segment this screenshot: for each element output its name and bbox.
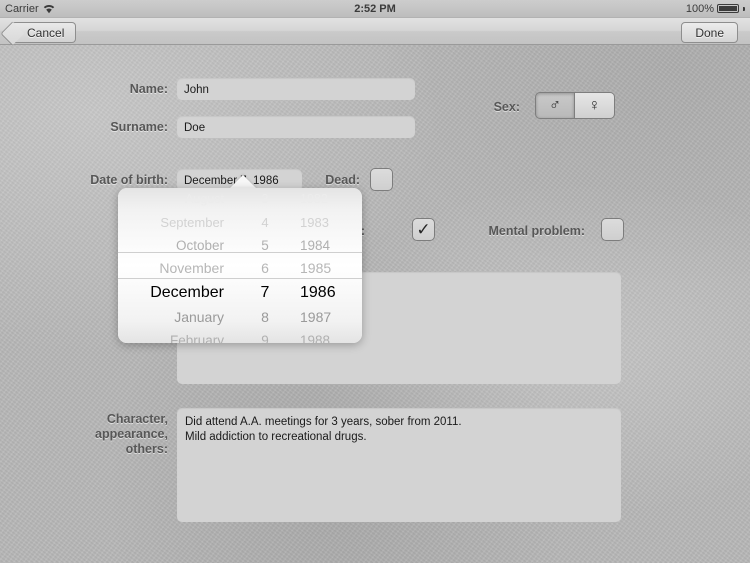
year-row[interactable]: 1982 (292, 188, 362, 211)
year-row[interactable]: 1983 (292, 211, 362, 234)
sex-option-female[interactable]: ♀ (575, 92, 615, 119)
addiction-checkbox-mark: ✓ (416, 220, 431, 239)
surname-label: Surname: (110, 120, 168, 134)
date-picker-popover[interactable]: August September October November Decemb… (118, 188, 362, 343)
year-row[interactable]: 1985 (292, 257, 362, 280)
name-input[interactable]: John (177, 78, 415, 100)
day-row[interactable]: 9 (238, 329, 292, 343)
sex-option-male[interactable]: ♂ (535, 92, 575, 119)
day-row[interactable]: 5 (238, 234, 292, 257)
character-label: Character, appearance, others: (95, 412, 168, 456)
month-row[interactable]: October (118, 234, 238, 257)
battery-full-icon (717, 4, 739, 13)
female-symbol-icon: ♀ (588, 96, 601, 114)
wifi-icon (43, 4, 55, 14)
done-button[interactable]: Done (681, 22, 738, 43)
status-bar-left: Carrier (5, 3, 55, 15)
month-row[interactable]: February (118, 329, 238, 343)
addiction-checkbox[interactable]: ✓ (412, 218, 435, 241)
app-screen: Carrier 2:52 PM 100% Cancel Done Name: J… (0, 0, 750, 563)
day-row[interactable]: 3 (238, 188, 292, 211)
dead-checkbox[interactable] (370, 168, 393, 191)
battery-tip-icon (743, 6, 745, 11)
month-wheel[interactable]: August September October November Decemb… (118, 188, 238, 343)
year-row-selected[interactable]: 1986 (292, 280, 362, 306)
navigation-bar: Cancel Done (0, 18, 750, 45)
day-row[interactable]: 4 (238, 211, 292, 234)
surname-input[interactable]: Doe (177, 116, 415, 138)
day-wheel[interactable]: 3 4 5 6 7 8 9 10 11 (238, 188, 292, 343)
cancel-button-label: Cancel (27, 25, 65, 40)
day-row[interactable]: 6 (238, 257, 292, 280)
dead-label: Dead: (325, 173, 360, 187)
status-bar-right: 100% (686, 3, 745, 15)
done-button-label: Done (695, 25, 724, 40)
character-textarea[interactable]: Did attend A.A. meetings for 3 years, so… (177, 408, 621, 522)
status-bar-clock: 2:52 PM (354, 2, 396, 15)
status-bar: Carrier 2:52 PM 100% (0, 0, 750, 18)
month-row[interactable]: January (118, 306, 238, 329)
mental-problem-label: Mental problem: (488, 224, 585, 238)
year-row[interactable]: 1987 (292, 306, 362, 329)
month-row-selected[interactable]: December (118, 280, 238, 306)
battery-percent-label: 100% (685, 2, 714, 15)
sex-segmented-control[interactable]: ♂ ♀ (535, 92, 615, 119)
month-row[interactable]: November (118, 257, 238, 280)
date-picker-wheels[interactable]: August September October November Decemb… (118, 188, 362, 343)
month-row[interactable]: September (118, 211, 238, 234)
year-row[interactable]: 1984 (292, 234, 362, 257)
male-symbol-icon: ♂ (549, 96, 561, 114)
carrier-label: Carrier (5, 2, 39, 15)
year-row[interactable]: 1988 (292, 329, 362, 343)
sex-label: Sex: (493, 100, 520, 114)
month-row[interactable]: August (118, 188, 238, 211)
date-of-birth-label: Date of birth: (90, 173, 168, 187)
mental-problem-checkbox[interactable] (601, 218, 624, 241)
year-wheel[interactable]: 1982 1983 1984 1985 1986 1987 1988 1989 … (292, 188, 362, 343)
name-label: Name: (129, 82, 168, 96)
cancel-button[interactable]: Cancel (12, 22, 77, 43)
day-row[interactable]: 8 (238, 306, 292, 329)
day-row-selected[interactable]: 7 (238, 280, 292, 306)
popover-arrow-icon (229, 175, 257, 189)
